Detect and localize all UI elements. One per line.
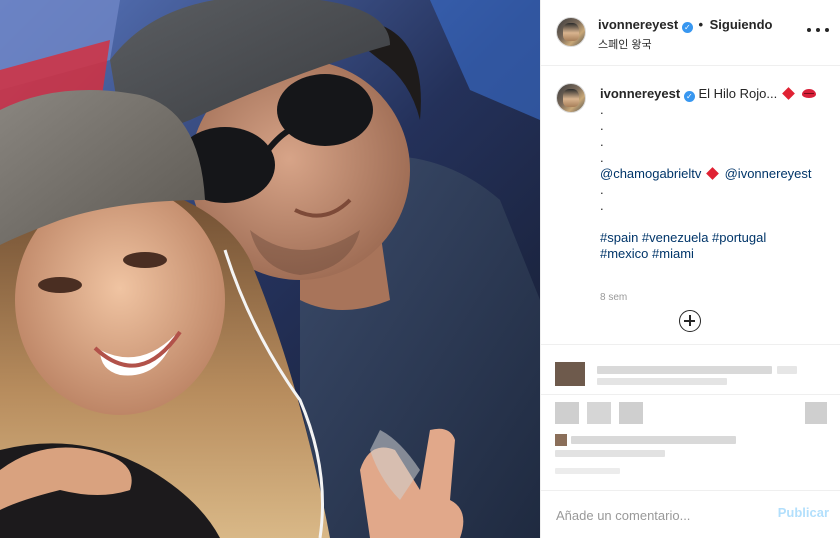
author-avatar[interactable] (556, 17, 586, 47)
author-line: ivonnereyest ✓ • Siguiendo (598, 17, 772, 33)
caption-timestamp: 8 sem (600, 292, 628, 303)
publish-button[interactable]: Publicar (778, 505, 829, 520)
section-divider (541, 344, 840, 345)
post-header: ivonnereyest ✓ • Siguiendo 스페인 왕국 (541, 0, 840, 66)
post-photo[interactable] (0, 0, 540, 538)
comment-input[interactable] (556, 506, 756, 524)
caption-username[interactable]: ivonnereyest (600, 86, 680, 101)
post-caption: ivonnereyest ✓ El Hilo Rojo... . . . . @… (541, 66, 840, 344)
mention-link[interactable]: @ivonnereyest (725, 166, 812, 181)
blurred-text (555, 450, 665, 457)
selfie-photo-image (0, 0, 540, 538)
comment-bar: Publicar (541, 490, 840, 538)
post-location[interactable]: 스페인 왕국 (598, 36, 652, 52)
instagram-post: ivonnereyest ✓ • Siguiendo 스페인 왕국 ivonne… (0, 0, 840, 538)
hashtags-line[interactable]: #mexico #miami (600, 246, 830, 262)
blurred-text (571, 436, 736, 444)
more-options-icon[interactable] (807, 22, 829, 38)
following-button[interactable]: Siguiendo (710, 17, 773, 32)
caption-dot: . (600, 118, 604, 133)
red-diamond-icon (706, 167, 719, 180)
blurred-avatar (555, 434, 567, 446)
follow-separator: • (698, 17, 704, 32)
caption-dot: . (600, 198, 604, 213)
section-divider (541, 394, 840, 395)
blurred-share-icon (619, 402, 643, 424)
blurred-save-icon (805, 402, 827, 424)
verified-check-icon: ✓ (681, 22, 693, 33)
caption-text: ivonnereyest ✓ El Hilo Rojo... . . . . @… (600, 86, 830, 262)
caption-dot: . (600, 150, 604, 165)
verified-check-icon: ✓ (683, 91, 695, 102)
caption-first-line: ivonnereyest ✓ El Hilo Rojo... (600, 86, 830, 102)
caption-title: El Hilo Rojo... (698, 86, 778, 101)
hashtags-line[interactable]: #spain #venezuela #portugal (600, 230, 830, 246)
blurred-avatar (555, 362, 585, 386)
plus-circle-icon[interactable] (679, 310, 701, 332)
blurred-like-icon (555, 402, 579, 424)
blurred-text (555, 468, 620, 474)
post-side-panel: ivonnereyest ✓ • Siguiendo 스페인 왕국 ivonne… (540, 0, 840, 538)
author-username[interactable]: ivonnereyest (598, 17, 678, 32)
blurred-text (777, 366, 797, 374)
caption-mentions-line: @chamogabrieltv @ivonnereyest (600, 166, 830, 182)
caption-author-avatar[interactable] (556, 83, 586, 113)
red-diamond-icon (781, 87, 795, 100)
caption-dot: . (600, 134, 604, 149)
lips-icon (802, 89, 817, 98)
caption-dot: . (600, 182, 604, 197)
blurred-text (597, 378, 727, 385)
caption-dot: . (600, 102, 604, 117)
mention-link[interactable]: @chamogabrieltv (600, 166, 701, 181)
blurred-comment-icon (587, 402, 611, 424)
blurred-text (597, 366, 772, 374)
